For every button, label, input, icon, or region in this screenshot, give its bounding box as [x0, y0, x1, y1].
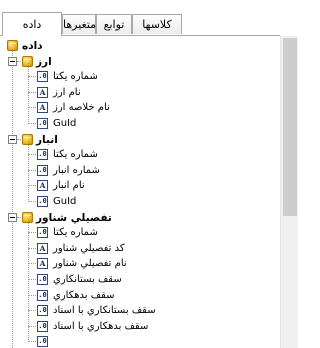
numeric-field-icon: .0	[37, 71, 48, 83]
tree-connector	[28, 107, 36, 109]
tab-variables[interactable]: متغيرها	[62, 14, 96, 34]
tree-field[interactable]: .0	[0, 334, 280, 348]
tree-field[interactable]: .0 سقف بدهكاري با اسناد	[0, 319, 280, 335]
tree-field-label: شماره انبار	[53, 164, 100, 176]
tree-field-label: سقف بستانكاري با اسناد	[53, 305, 156, 317]
tree-field[interactable]: A نام انبار	[0, 178, 280, 194]
collapse-toggle-icon[interactable]	[8, 134, 17, 144]
collapse-toggle-icon[interactable]	[8, 212, 17, 222]
tree-field-label: سقف بدهكاري با اسناد	[53, 320, 149, 332]
tree-field[interactable]: .0 شماره يكتا	[0, 69, 280, 85]
scrollbar-thumb[interactable]	[283, 38, 297, 216]
tree-group-label: ارز	[36, 55, 52, 68]
tree-field[interactable]: .0 شماره يكتا	[0, 147, 280, 163]
tree-connector	[28, 232, 36, 234]
collapse-toggle-icon[interactable]	[8, 56, 17, 66]
tree-connector	[28, 169, 36, 171]
tree-connector	[28, 325, 36, 327]
tree-group-label: انبار	[36, 133, 58, 146]
tree-field-label: شماره يكتا	[53, 71, 98, 83]
tree-connector	[17, 138, 21, 140]
vertical-scrollbar[interactable]	[280, 36, 298, 348]
numeric-field-icon: .0	[37, 164, 48, 176]
text-field-icon: A	[37, 180, 48, 192]
data-explorer-panel: داده متغيرها توابع كلاسها داده ارز .0 شماره…	[0, 0, 298, 348]
tree-connector	[28, 310, 36, 312]
tree-connector	[28, 201, 36, 202]
tree-group[interactable]: ارز	[0, 54, 280, 70]
table-icon	[7, 40, 18, 51]
tree-connector	[28, 76, 36, 78]
tree-group[interactable]: انبار	[0, 132, 280, 148]
tree-connector	[28, 219, 29, 343]
numeric-field-icon: .0	[37, 289, 48, 301]
tree-root[interactable]: داده	[0, 38, 280, 54]
tree-field-label: سقف بدهكاري	[53, 289, 115, 301]
tree-field[interactable]: A نام خلاصه ارز	[0, 100, 280, 116]
tree-group[interactable]: تفصيلي شناور	[0, 210, 280, 226]
tree-field-label: GuId	[53, 118, 77, 129]
tree-connector	[28, 91, 36, 93]
tree-field[interactable]: .0 شماره يكتا	[0, 225, 280, 241]
tree-field-label: GuId	[53, 196, 77, 207]
tab-bar: داده متغيرها توابع كلاسها	[0, 0, 298, 36]
text-field-icon: A	[37, 242, 48, 254]
numeric-field-icon: .0	[37, 320, 48, 332]
tree-connector	[28, 263, 36, 265]
tree-field-label: شماره يكتا	[53, 149, 98, 161]
tree-field[interactable]: .0 سقف بستانكاري	[0, 272, 280, 288]
text-field-icon: A	[37, 86, 48, 98]
tree-connector	[28, 123, 36, 124]
tree-connector	[28, 185, 36, 187]
tree-connector	[28, 294, 36, 296]
tab-functions[interactable]: توابع	[96, 14, 132, 34]
numeric-field-icon: .0	[37, 305, 48, 317]
tab-data[interactable]: داده	[2, 12, 62, 36]
tab-classes[interactable]: كلاسها	[132, 14, 182, 34]
tree-connector	[28, 154, 36, 156]
data-tree[interactable]: داده ارز .0 شماره يكتا A نام ارز A نام خلاصه ار…	[0, 38, 280, 348]
tree-field[interactable]: .0 سقف بدهكاري	[0, 288, 280, 304]
tree-connector	[28, 63, 29, 124]
tree-field[interactable]: .0 شماره انبار	[0, 163, 280, 179]
tree-field[interactable]: .0 GuId	[0, 194, 280, 210]
tree-field-label: شماره يكتا	[53, 227, 98, 239]
tree-field-label: نام ارز	[53, 86, 81, 98]
tree-field[interactable]: A نام تفصيلي شناور	[0, 256, 280, 272]
tree-field-label: نام انبار	[53, 180, 85, 192]
tree-connector	[17, 216, 21, 218]
tree-field[interactable]: .0 سقف بستانكاري با اسناد	[0, 303, 280, 319]
tree-connector	[28, 247, 36, 249]
numeric-field-icon: .0	[37, 118, 48, 129]
tree-field[interactable]: A كد تفصيلي شناور	[0, 241, 280, 257]
numeric-field-icon: .0	[37, 336, 48, 348]
tree-field-label: سقف بستانكاري	[53, 274, 122, 285]
tree-root-label: داده	[22, 40, 43, 52]
tree-field[interactable]: .0 GuId	[0, 116, 280, 132]
tree-group-label: تفصيلي شناور	[36, 211, 112, 224]
numeric-field-icon: .0	[37, 274, 48, 285]
text-field-icon: A	[37, 102, 48, 114]
tree-connector	[28, 279, 36, 280]
tree-connector	[28, 341, 36, 343]
tree-field-label: كد تفصيلي شناور	[53, 242, 125, 254]
numeric-field-icon: .0	[37, 149, 48, 161]
numeric-field-icon: .0	[37, 196, 48, 207]
tree-connector	[28, 141, 29, 202]
tree-field-label: نام خلاصه ارز	[53, 102, 110, 114]
tree-connector	[17, 60, 21, 62]
tree-field[interactable]: A نام ارز	[0, 85, 280, 101]
numeric-field-icon: .0	[37, 227, 48, 239]
text-field-icon: A	[37, 258, 48, 270]
tree-field-label: نام تفصيلي شناور	[53, 258, 127, 270]
